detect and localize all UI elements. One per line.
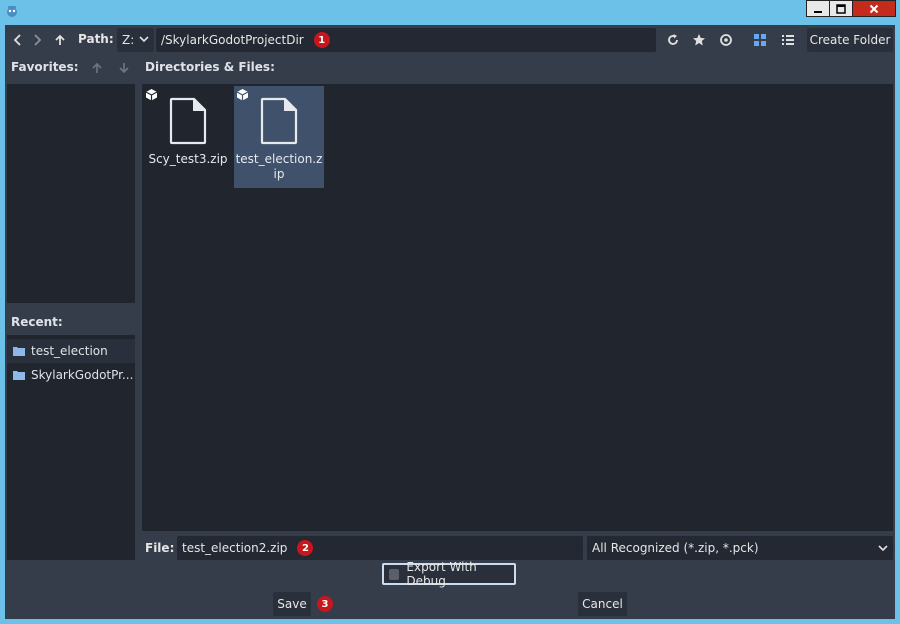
refresh-icon [668,34,678,45]
maximize-button[interactable] [829,0,853,17]
forward-icon [34,34,42,46]
grid-view-icon [754,34,766,46]
checkbox[interactable] [389,568,400,580]
file-icon [260,97,298,145]
minimize-icon [814,10,822,13]
filter-select[interactable]: All Recognized (*.zip, *.pck) [587,536,893,560]
recent-list: test_election SkylarkGodotPr... [7,335,135,560]
drive-value: Z: [122,33,135,47]
forward-button[interactable] [28,31,46,49]
eye-icon [720,34,732,46]
path-value: /SkylarkGodotProjectDir [161,33,304,47]
close-icon [869,4,879,13]
up-button[interactable] [51,31,69,49]
move-favorite-down-button[interactable] [115,59,133,77]
app-icon [7,6,17,17]
file-label: File: [145,541,175,555]
export-with-debug-toggle[interactable]: Export With Debug [382,560,516,588]
title-bar [0,0,900,24]
back-button[interactable] [9,31,27,49]
annotation-badge-2: 2 [297,540,314,556]
list-view-icon [782,35,794,45]
list-view-button[interactable] [779,31,797,49]
favorite-button[interactable] [690,31,708,49]
up-icon [92,62,102,73]
minimize-button[interactable] [806,0,830,17]
save-button[interactable]: Save [273,592,311,616]
create-folder-button[interactable]: Create Folder [807,28,893,52]
file-item-selected[interactable]: test_election.zip [234,86,324,188]
path-input[interactable]: /SkylarkGodotProjectDir 1 [156,28,656,52]
file-name: test_election.zip [235,152,323,181]
toolbar: Path: Z: /SkylarkGodotProjectDir 1 Creat… [5,25,895,55]
files-grid: Scy_test3.zip test_election.zip [142,84,893,531]
package-icon [236,89,249,101]
chevron-down-icon [139,36,149,43]
refresh-button[interactable] [664,31,682,49]
recent-item-label: test_election [31,344,108,358]
annotation-badge-1: 1 [313,32,330,48]
folder-icon [13,371,25,380]
file-icon [169,97,207,145]
favorites-list[interactable] [7,84,135,303]
folder-icon [13,347,25,356]
filter-value: All Recognized (*.zip, *.pck) [592,541,759,555]
file-name-input[interactable]: test_election2.zip 2 [177,536,583,560]
star-icon [693,34,705,46]
show-hidden-button[interactable] [717,31,735,49]
cancel-button[interactable]: Cancel [578,592,627,616]
file-name-value: test_election2.zip [182,541,288,555]
path-label: Path: [78,32,114,46]
recent-label: Recent: [11,315,63,329]
chevron-down-icon [878,545,888,552]
down-icon [119,63,129,74]
close-button[interactable] [852,0,896,17]
export-with-debug-label: Export With Debug [406,560,477,588]
grid-view-button[interactable] [751,31,769,49]
package-icon [145,89,158,101]
recent-item-label: SkylarkGodotPr... [31,368,134,382]
recent-item[interactable]: test_election [7,339,135,363]
recent-item[interactable]: SkylarkGodotPr... [7,363,135,387]
move-favorite-up-button[interactable] [88,59,106,77]
maximize-icon [836,3,846,14]
back-icon [13,34,21,46]
file-item[interactable]: Scy_test3.zip [143,86,233,188]
favorites-label: Favorites: [11,60,79,74]
annotation-badge-3: 3 [317,596,333,612]
up-icon [55,34,65,45]
drive-select[interactable]: Z: [117,28,154,52]
file-dialog: Path: Z: /SkylarkGodotProjectDir 1 Creat… [5,25,895,619]
files-label: Directories & Files: [145,60,275,74]
file-name: Scy_test3.zip [148,152,228,166]
